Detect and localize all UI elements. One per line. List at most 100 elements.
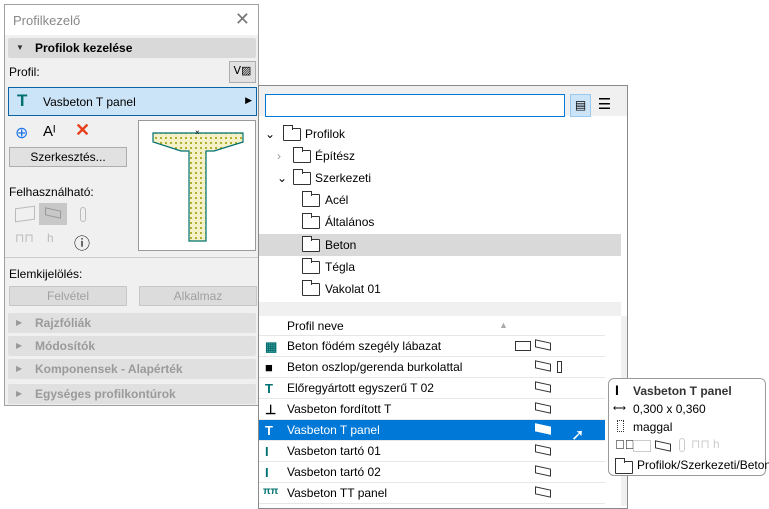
wall-icon [515, 341, 531, 351]
beam-icon [535, 339, 551, 351]
column-icon [557, 361, 562, 373]
rename-icon[interactable]: Aᴵ [43, 123, 56, 140]
i-profile-icon: I [615, 382, 619, 398]
search-input[interactable] [265, 94, 565, 117]
profile-icon: ππ [263, 486, 279, 497]
beam-icon [655, 440, 671, 452]
profile-icon: I [265, 444, 269, 459]
divider [5, 257, 258, 258]
folder-icon [615, 458, 633, 474]
section-label: Rajzfóliák [35, 316, 92, 330]
column-header-name[interactable]: Profil neve [287, 319, 344, 333]
list-item-selected[interactable]: T Vasbeton T panel ➚ [259, 420, 605, 444]
delete-icon[interactable]: ✕ [75, 120, 90, 141]
tooltip-path: Profilok/Szerkezeti/Beton [637, 458, 769, 472]
profile-label: Profil: [9, 65, 40, 79]
section-label: Egységes profilkontúrok [35, 387, 176, 401]
list-item[interactable]: ■ Beton oszlop/gerenda burkolattal [259, 357, 605, 378]
close-icon[interactable]: ✕ [235, 9, 250, 30]
apply-button[interactable]: Alkalmaz [139, 286, 257, 306]
beam-icon [535, 444, 551, 456]
tree-item-label: Tégla [325, 260, 356, 274]
wall-icon[interactable] [15, 205, 35, 223]
list-item-name: Vasbeton fordított T [287, 402, 392, 416]
profile-icon: ■ [265, 360, 273, 375]
section-label: Módosítók [35, 339, 95, 353]
section-unified-outlines[interactable]: ▶ Egységes profilkontúrok [8, 384, 256, 404]
tree-item-label: Acél [325, 193, 349, 207]
chevron-right-icon: ▶ [245, 95, 252, 105]
profile-icon: T [265, 423, 273, 438]
beam-icon [535, 486, 551, 498]
list-item[interactable]: I Vasbeton tartó 02 [259, 462, 605, 483]
panel-title: Profilkezelő [13, 13, 81, 28]
tree-item-label: Építész [315, 149, 356, 163]
profile-tooltip: I Vasbeton T panel ⟷ 0,300 x 0,360 magga… [608, 378, 769, 476]
list-item[interactable]: ⊥ Vasbeton fordított T [259, 399, 605, 420]
profile-browser-popup: ▤ ☰ ⌄ Profilok › Építész ⌄ Szerkezeti Acél … [258, 85, 628, 509]
list-item-name: Vasbeton tartó 02 [287, 465, 381, 479]
list-item[interactable]: T Előregyártott egyszerű T 02 [259, 378, 605, 399]
title-bar: Profilkezelő ✕ [5, 5, 258, 35]
edit-button[interactable]: Szerkesztés... [9, 147, 127, 167]
section-modifiers[interactable]: ▶ Módosítók [8, 336, 256, 356]
pick-button[interactable]: Felvétel [9, 286, 127, 306]
check-circle-icon: ✓⃝ [615, 437, 635, 452]
list-item-name: Beton oszlop/gerenda burkolattal [287, 360, 463, 374]
tree-item-altalanos[interactable]: Általános [259, 211, 621, 233]
profile-settings-icon: Ⅴ▨ [233, 65, 252, 77]
list-header: Profil neve ▲ [259, 316, 605, 336]
chair-icon[interactable]: h [47, 231, 54, 245]
list-item-name: Előregyártott egyszerű T 02 [287, 381, 434, 395]
profile-selector[interactable]: T Vasbeton T panel ▶ [8, 87, 257, 116]
selected-profile-name: Vasbeton T panel [43, 95, 136, 109]
beam-icon[interactable] [39, 203, 67, 225]
section-layers[interactable]: ▶ Rajzfóliák [8, 313, 256, 333]
profile-icon: ⊥ [265, 402, 277, 417]
column-icon[interactable] [80, 207, 86, 222]
list-item-name: Vasbeton tartó 01 [287, 444, 381, 458]
section-manage-profiles[interactable]: ▼ Profilok kezelése [8, 38, 256, 58]
tree-item-vakolat[interactable]: Vakolat 01 [259, 278, 621, 300]
profile-options-button[interactable]: Ⅴ▨ [229, 61, 256, 83]
usable-label: Felhasználható: [9, 185, 94, 199]
splitter[interactable] [259, 302, 621, 316]
tree-item-profilok[interactable]: ⌄ Profilok [259, 123, 621, 145]
t-profile-icon: T [17, 91, 28, 110]
tree-item-beton[interactable]: Beton [259, 234, 621, 256]
core-icon [617, 420, 624, 432]
info-icon[interactable]: ⓘ [74, 230, 90, 254]
list-view-icon[interactable]: ☰ [594, 94, 615, 117]
beam-icon [535, 360, 551, 372]
beam-icon [535, 402, 551, 414]
profile-preview: × [138, 120, 256, 251]
list-item-name: Vasbeton T panel [287, 423, 380, 437]
railing-icon[interactable]: ⊓⊓ [15, 231, 34, 245]
list-item-name: Vasbeton TT panel [287, 486, 388, 500]
list-item[interactable]: ππ Vasbeton TT panel [259, 483, 605, 504]
t-profile-preview-shape: × [152, 128, 244, 242]
svg-text:×: × [195, 128, 200, 137]
tree-item-szerkezeti[interactable]: ⌄ Szerkezeti [259, 167, 621, 189]
beam-icon [535, 381, 551, 393]
profile-icon: ▦ [265, 339, 278, 354]
profile-icon: T [265, 381, 273, 396]
dimension-icon: ⟷ [613, 403, 626, 413]
list-item[interactable]: I Vasbeton tartó 01 [259, 441, 605, 462]
tree-item-label: Profilok [305, 127, 346, 141]
tree-item-label: Vakolat 01 [325, 282, 381, 296]
beam-icon [535, 465, 551, 477]
section-label: Profilok kezelése [35, 41, 133, 55]
add-icon[interactable]: ⊕ [15, 123, 28, 143]
list-item[interactable]: ▦ Beton födém szegély lábazat [259, 336, 605, 357]
tree-item-tegla[interactable]: Tégla [259, 256, 621, 278]
section-label: Komponensek - Alapérték [35, 362, 183, 376]
tree-item-epitesz[interactable]: › Építész [259, 145, 621, 167]
section-components[interactable]: ▶ Komponensek - Alapérték [8, 359, 256, 379]
folder-view-icon[interactable]: ▤ [570, 94, 591, 117]
tree-item-label: Szerkezeti [315, 171, 372, 185]
search-bar: ▤ ☰ [259, 86, 627, 117]
list-item-name: Beton födém szegély lábazat [287, 339, 442, 353]
sort-ascending-icon: ▲ [499, 320, 508, 330]
tree-item-acel[interactable]: Acél [259, 189, 621, 211]
